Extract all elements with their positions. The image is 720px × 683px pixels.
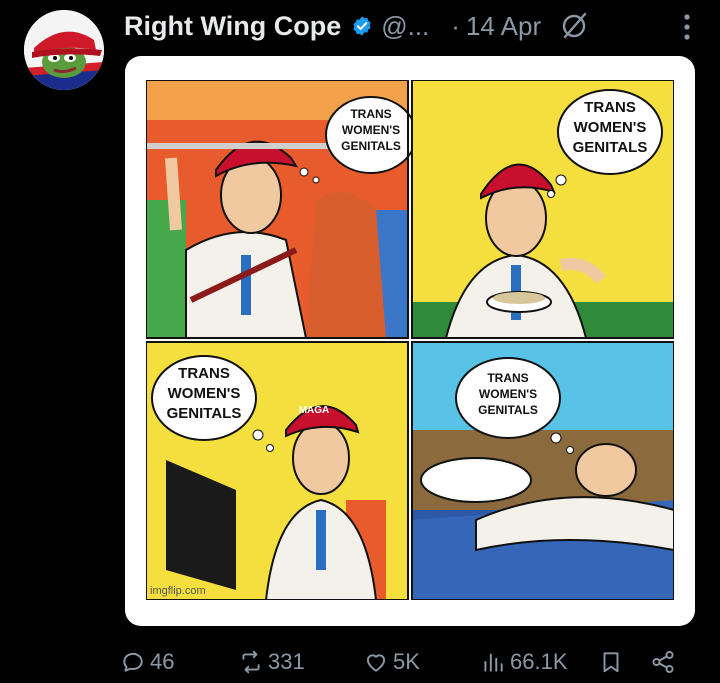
thought-text-3c: GENITALS <box>167 405 242 422</box>
thought-text-1b: WOMEN'S <box>342 123 400 137</box>
share-icon <box>652 650 674 674</box>
like-count: 5K <box>393 649 420 674</box>
reply-icon <box>123 652 143 672</box>
post-date[interactable]: 14 Apr <box>466 11 541 42</box>
repost-button[interactable]: 331 <box>238 649 305 675</box>
thought-text-2c: GENITALS <box>573 139 648 156</box>
thought-text-3b: WOMEN'S <box>168 385 241 402</box>
comic-image: TRANS WOMEN'S GENITALS TRANS WOMEN'S GEN… <box>146 80 674 600</box>
views-count: 66.1K <box>510 649 568 674</box>
grok-icon[interactable] <box>559 11 589 41</box>
comic-panel-3: MAGA TRANS WOMEN'S GENITALS imgflip.com <box>146 342 408 600</box>
thought-text-3a: TRANS <box>178 365 230 382</box>
views-icon <box>484 653 503 672</box>
repost-icon <box>242 650 260 674</box>
hat-text-3: MAGA <box>299 405 330 416</box>
thought-text-1c: GENITALS <box>341 139 401 153</box>
avatar[interactable] <box>24 10 104 90</box>
post-media[interactable]: TRANS WOMEN'S GENITALS TRANS WOMEN'S GEN… <box>125 56 695 626</box>
thought-text-1a: TRANS <box>350 107 391 121</box>
reply-count: 46 <box>150 649 175 674</box>
bookmark-button[interactable] <box>598 649 628 675</box>
post-actions: 46 331 5K 66.1K <box>120 645 700 681</box>
comic-panel-4: TRANS WOMEN'S GENITALS <box>412 342 674 600</box>
verified-badge-icon <box>353 16 371 36</box>
post-header: Right Wing Cope @... · 14 Apr <box>124 6 700 46</box>
more-icon[interactable] <box>682 12 692 42</box>
thought-text-4a: TRANS <box>487 371 528 385</box>
avatar-image <box>24 10 104 90</box>
thought-text-4b: WOMEN'S <box>479 387 537 401</box>
bookmark-icon <box>603 652 619 673</box>
reply-button[interactable]: 46 <box>120 649 174 675</box>
comic-panel-1: TRANS WOMEN'S GENITALS <box>146 80 417 339</box>
watermark: imgflip.com <box>150 585 206 597</box>
author-handle[interactable]: @... <box>381 11 429 42</box>
comic-panel-2: TRANS WOMEN'S GENITALS <box>412 80 674 339</box>
author-name[interactable]: Right Wing Cope <box>124 11 341 42</box>
separator-dot: · <box>451 10 460 41</box>
repost-count: 331 <box>268 649 305 674</box>
thought-text-2b: WOMEN'S <box>574 119 647 136</box>
like-icon <box>366 654 386 672</box>
like-button[interactable]: 5K <box>363 649 420 675</box>
thought-text-2a: TRANS <box>584 99 636 116</box>
share-button[interactable] <box>650 649 680 675</box>
views-button[interactable]: 66.1K <box>480 649 568 675</box>
thought-text-4c: GENITALS <box>478 403 538 417</box>
